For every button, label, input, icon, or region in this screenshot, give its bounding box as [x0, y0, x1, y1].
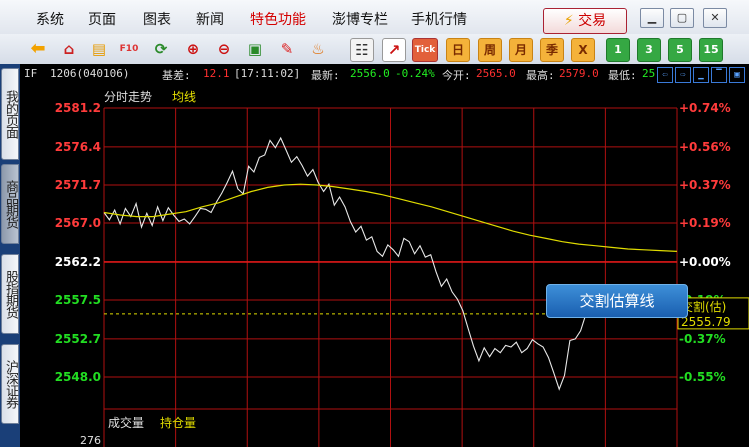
window-icon[interactable]: ▣	[244, 38, 266, 60]
quote-low-value: 25	[642, 67, 656, 80]
minute-15-button[interactable]: 15	[699, 38, 723, 62]
paint-icon[interactable]: ♨	[307, 38, 329, 60]
y-tick-label: 2576.4	[55, 140, 101, 154]
tab-commodity-futures[interactable]: 商品期货	[1, 164, 19, 244]
lower-label-volume: 成交量	[108, 415, 144, 430]
pct-axis-labels: +0.74%+0.56%+0.37%+0.19%+0.00%-0.19%-0.3…	[679, 101, 731, 384]
maximize-button[interactable]: ▢	[670, 8, 694, 28]
y-tick-label: 2557.5	[55, 293, 101, 307]
refresh-icon[interactable]: ⟳	[150, 38, 172, 60]
zoom-out-icon[interactable]: ⊖	[213, 38, 235, 60]
pct-tick-label: +0.19%	[679, 216, 731, 230]
menu-bar: 系统 页面 图表 新闻 特色功能 澎博专栏 手机行情 ⚡ 交易 ▁ ▢ ✕	[0, 0, 749, 35]
minute-1-button[interactable]: 1	[606, 38, 630, 62]
menu-pengbo-column[interactable]: 澎博专栏	[332, 9, 388, 29]
minute-3-button[interactable]: 3	[637, 38, 661, 62]
settlement-estimate-button[interactable]: 交割估算线	[546, 284, 688, 318]
left-tab-strip: 我的页面 商品期货 股指期货 沪深证券	[0, 64, 20, 447]
quote-open-label: 今开:	[442, 69, 471, 82]
menu-special-features[interactable]: 特色功能	[250, 9, 306, 29]
pct-tick-label: -0.55%	[679, 370, 726, 384]
tab-securities[interactable]: 沪深证券	[1, 344, 19, 424]
pen-icon[interactable]: ✎	[276, 38, 298, 60]
table-icon[interactable]: ☷	[350, 38, 374, 62]
quote-last-value: 2556.0	[350, 67, 390, 80]
tab-commodity-futures-label: 商品期货	[3, 180, 18, 228]
trade-label: 交易	[578, 13, 607, 29]
nav-next-icon[interactable]: ⇨	[675, 67, 691, 83]
close-button[interactable]: ✕	[703, 8, 727, 28]
lightning-icon: ⚡	[563, 13, 574, 29]
pct-tick-label: +0.74%	[679, 101, 731, 115]
quote-time: [17:11:02]	[234, 67, 301, 80]
quote-high-label: 最高:	[526, 69, 555, 82]
quote-open-value: 2565.0	[476, 67, 516, 80]
y-tick-label: 2552.7	[55, 332, 101, 346]
minimize-icon: ▁	[647, 11, 657, 24]
y-axis-labels: 2581.2 2576.4 2571.7 2567.0 2562.2 2557.5 2552…	[55, 101, 101, 384]
trade-button[interactable]: ⚡ 交易	[543, 8, 627, 34]
period-week-button[interactable]: 周	[478, 38, 502, 62]
minute-5-button[interactable]: 5	[668, 38, 692, 62]
quote-change: -0.24%	[395, 67, 435, 80]
maximize-icon: ▢	[676, 11, 688, 24]
nav-prev-icon[interactable]: ⇦	[657, 67, 673, 83]
y-tick-label: 2562.2	[55, 255, 101, 269]
chart-series: 交割(估)2555.79	[103, 136, 749, 391]
menu-news[interactable]: 新闻	[196, 9, 224, 29]
quote-high-value: 2579.0	[559, 67, 599, 80]
pct-tick-label: +0.56%	[679, 140, 731, 154]
chart-grid	[103, 107, 678, 447]
zoom-in-icon[interactable]: ⊕	[182, 38, 204, 60]
lower-axis-label: 276	[80, 434, 101, 447]
y-tick-label: 2567.0	[55, 216, 101, 230]
f10-icon[interactable]: F10	[118, 38, 140, 60]
period-custom-button[interactable]: X	[571, 38, 595, 62]
home-icon[interactable]: ⌂	[58, 38, 80, 60]
tick-button[interactable]: Tick	[412, 38, 438, 62]
period-month-button[interactable]: 月	[509, 38, 533, 62]
quote-symbol: IF	[24, 67, 38, 80]
lower-panel: 成交量 持仓量 276	[80, 408, 677, 447]
nav-window-icon[interactable]: ▣	[729, 67, 745, 83]
quote-basis-label: 基差:	[162, 69, 191, 82]
nav-expand-icon[interactable]: ▔	[711, 67, 727, 83]
menu-chart[interactable]: 图表	[143, 9, 171, 29]
pct-tick-label: +0.00%	[679, 255, 731, 269]
quote-low-label: 最低:	[608, 69, 637, 82]
quote-bar: IF 1206(040106) 基差: 12.1 [17:11:02] 最新: …	[20, 64, 749, 85]
nav-shrink-icon[interactable]: ▁	[693, 67, 709, 83]
y-tick-label: 2571.7	[55, 178, 101, 192]
tab-my-page-label: 我的页面	[3, 90, 18, 138]
menu-mobile-quotes[interactable]: 手机行情	[411, 9, 467, 29]
quote-last-label: 最新:	[311, 69, 340, 82]
tab-my-page[interactable]: 我的页面	[1, 68, 19, 160]
back-arrow-icon[interactable]: ⬅	[27, 38, 49, 60]
menu-page[interactable]: 页面	[88, 9, 116, 29]
notes-icon[interactable]: ▤	[88, 38, 110, 60]
toolbar: ⬅ ⌂ ▤ F10 ⟳ ⊕ ⊖ ▣ ✎ ♨ ☷ ↗ Tick 日 周 月 季 X…	[0, 34, 749, 65]
period-quarter-button[interactable]: 季	[540, 38, 564, 62]
intraday-chart-panel: 分时走势 均线 2581.2 2576.4 2571.7 2567.0 2562.2 25…	[20, 84, 749, 447]
quote-basis-value: 12.1	[203, 67, 230, 80]
tab-index-futures-label: 股指期货	[3, 270, 18, 318]
minimize-button[interactable]: ▁	[640, 8, 664, 28]
period-day-button[interactable]: 日	[446, 38, 470, 62]
y-tick-label: 2548.0	[55, 370, 101, 384]
close-icon: ✕	[710, 11, 720, 24]
pct-tick-label: +0.37%	[679, 178, 731, 192]
settlement-value: 2555.79	[681, 315, 731, 329]
quote-code: 1206(040106)	[50, 67, 130, 80]
menu-system[interactable]: 系统	[36, 9, 64, 29]
futures-trading-app: 系统 页面 图表 新闻 特色功能 澎博专栏 手机行情 ⚡ 交易 ▁ ▢ ✕ ⬅ …	[0, 0, 749, 447]
lower-label-open-interest: 持仓量	[160, 415, 196, 430]
pct-tick-label: -0.37%	[679, 332, 726, 346]
line-chart-icon[interactable]: ↗	[382, 38, 406, 62]
tab-index-futures[interactable]: 股指期货	[1, 254, 19, 334]
y-tick-label: 2581.2	[55, 101, 101, 115]
tab-securities-label: 沪深证券	[3, 360, 18, 408]
intraday-chart: 2581.2 2576.4 2571.7 2567.0 2562.2 2557.5 2552…	[55, 101, 749, 447]
